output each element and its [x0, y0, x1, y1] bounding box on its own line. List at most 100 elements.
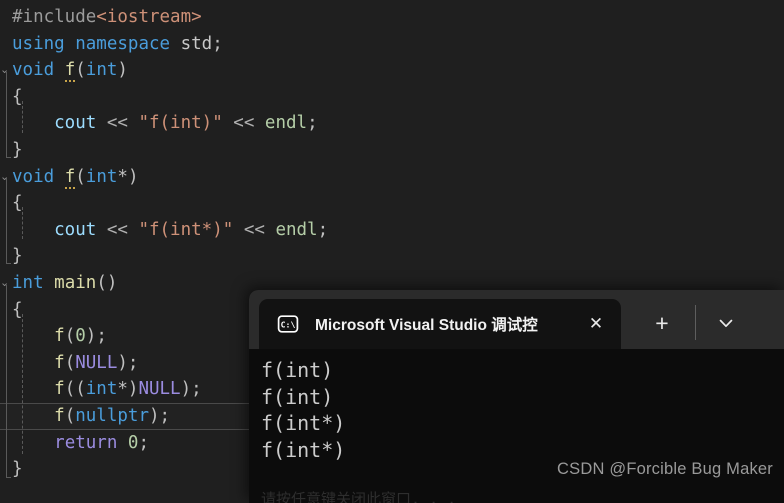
code-token: { — [12, 87, 23, 107]
new-tab-button[interactable]: + — [642, 304, 682, 342]
code-token: *) — [117, 379, 138, 399]
indent-guide — [22, 207, 23, 239]
code-token: return — [54, 433, 117, 453]
code-token: ); — [86, 326, 107, 346]
code-token — [12, 433, 54, 453]
code-token: ; — [138, 433, 149, 453]
code-token: ); — [181, 379, 202, 399]
indent-guide — [22, 101, 23, 133]
code-token: () — [96, 273, 117, 293]
code-line[interactable]: using namespace std; — [0, 31, 784, 58]
chevron-down-icon[interactable] — [706, 304, 746, 342]
code-token: void — [12, 60, 54, 80]
code-token: } — [12, 246, 23, 266]
indent-guide — [22, 314, 23, 454]
code-token: endl — [265, 113, 307, 133]
code-token: int — [86, 379, 118, 399]
code-token: f — [12, 326, 65, 346]
terminal-output-line: f(int) — [261, 357, 784, 384]
code-token: f — [65, 167, 76, 189]
code-token: ; — [307, 113, 318, 133]
code-token: << — [96, 220, 138, 240]
code-token: ) — [117, 60, 128, 80]
screenshot-root: #include<iostream>using namespace std;⌄v… — [0, 0, 784, 503]
code-token: <iostream> — [96, 7, 201, 27]
code-token: ); — [149, 406, 170, 426]
code-token: { — [12, 300, 23, 320]
code-token: ; — [212, 34, 223, 54]
code-token: ( — [65, 406, 76, 426]
code-token: cout — [12, 220, 96, 240]
code-token: std — [181, 34, 213, 54]
code-token: void — [12, 167, 54, 187]
code-token — [44, 273, 55, 293]
terminal-output-lines: f(int)f(int)f(int*)f(int*) — [261, 357, 784, 463]
code-line[interactable]: { — [0, 190, 784, 217]
code-token: using — [12, 34, 65, 54]
code-token: int — [86, 167, 118, 187]
code-token: NULL — [75, 353, 117, 373]
code-token: "f(int)" — [138, 113, 222, 133]
code-token — [54, 60, 65, 80]
code-token: << — [223, 113, 265, 133]
code-token: f — [12, 406, 65, 426]
code-line[interactable]: } — [0, 243, 784, 270]
code-line[interactable]: { — [0, 84, 784, 111]
code-token: f — [12, 353, 65, 373]
code-line[interactable]: cout << "f(int)" << endl; — [0, 110, 784, 137]
code-token — [54, 167, 65, 187]
code-token: << — [233, 220, 275, 240]
code-token: int — [86, 60, 118, 80]
code-token: } — [12, 459, 23, 479]
scope-guide-cap — [6, 477, 11, 478]
code-token: 0 — [75, 326, 86, 346]
command-prompt-icon: C:\ — [277, 313, 299, 335]
code-token: 0 — [128, 433, 139, 453]
code-token: #include — [12, 7, 96, 27]
code-token: f — [65, 60, 76, 82]
terminal-output-line: f(int) — [261, 384, 784, 411]
code-token: cout — [12, 113, 96, 133]
terminal-window[interactable]: C:\ Microsoft Visual Studio 调试控 ✕ + f(in… — [249, 290, 784, 503]
terminal-clipped-line: 请按任意键关闭此窗口. . . — [261, 488, 456, 503]
code-token: namespace — [75, 34, 170, 54]
close-icon[interactable]: ✕ — [579, 307, 613, 341]
svg-text:C:\: C:\ — [281, 319, 296, 329]
code-token: f — [12, 379, 65, 399]
terminal-titlebar[interactable]: C:\ Microsoft Visual Studio 调试控 ✕ + — [249, 290, 784, 349]
toolbar-divider — [695, 305, 696, 340]
terminal-output[interactable]: f(int)f(int)f(int*)f(int*) CSDN @Forcibl… — [249, 349, 784, 503]
scope-guide-cap — [6, 263, 11, 264]
code-line[interactable]: } — [0, 137, 784, 164]
terminal-tab-title: Microsoft Visual Studio 调试控 — [315, 313, 579, 335]
code-token: ; — [318, 220, 329, 240]
code-token: << — [96, 113, 138, 133]
code-token: nullptr — [75, 406, 149, 426]
watermark-text: CSDN @Forcible Bug Maker — [557, 460, 773, 479]
terminal-tab-active[interactable]: C:\ Microsoft Visual Studio 调试控 ✕ — [259, 299, 621, 349]
code-token: ( — [65, 353, 76, 373]
code-token — [65, 34, 76, 54]
code-token: int — [12, 273, 44, 293]
code-token — [170, 34, 181, 54]
code-line[interactable]: ⌄void f(int) — [0, 57, 784, 84]
code-token: NULL — [138, 379, 180, 399]
scope-guide — [6, 72, 7, 157]
code-token: } — [12, 140, 23, 160]
code-token: "f(int*)" — [138, 220, 233, 240]
code-token: *) — [117, 167, 138, 187]
scope-guide — [6, 285, 7, 478]
code-token: ); — [117, 353, 138, 373]
code-token: ( — [65, 326, 76, 346]
code-token: main — [54, 273, 96, 293]
code-token: (( — [65, 379, 86, 399]
code-token: { — [12, 193, 23, 213]
code-line[interactable]: ⌄void f(int*) — [0, 164, 784, 191]
code-line[interactable]: cout << "f(int*)" << endl; — [0, 217, 784, 244]
terminal-output-line: f(int*) — [261, 410, 784, 437]
code-token: ( — [75, 167, 86, 187]
code-token: ( — [75, 60, 86, 80]
code-token — [117, 433, 128, 453]
code-line[interactable]: #include<iostream> — [0, 4, 784, 31]
scope-guide-cap — [6, 157, 11, 158]
